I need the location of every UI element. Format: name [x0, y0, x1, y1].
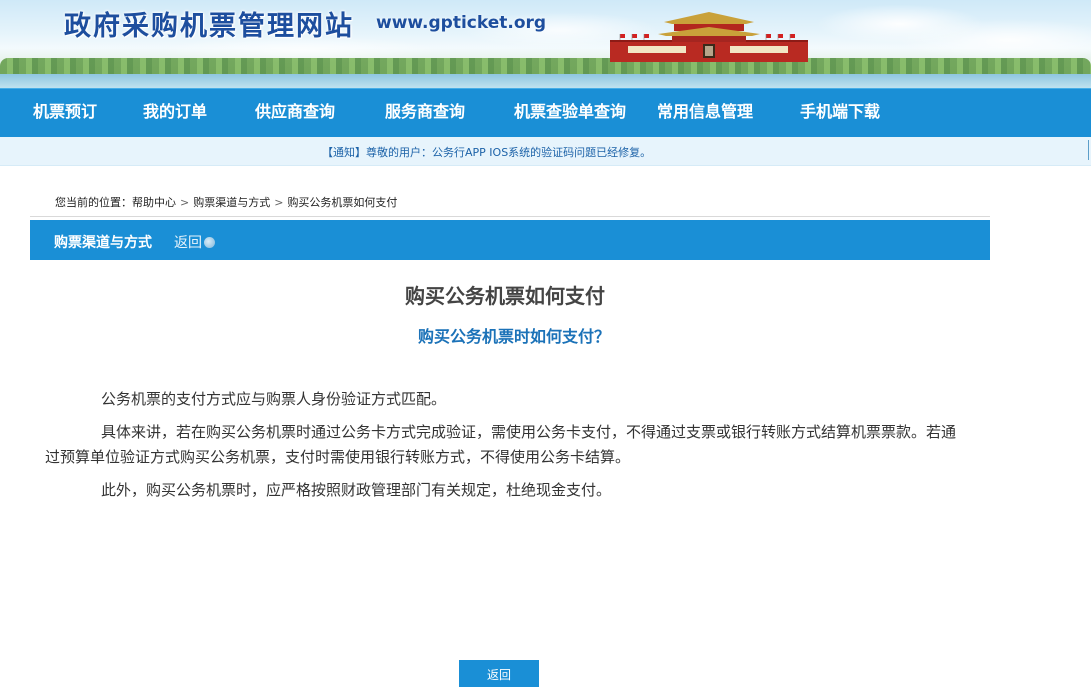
nav-supplier-query[interactable]: 供应商查询: [255, 89, 335, 137]
breadcrumb-divider: [30, 216, 990, 217]
section-back-link[interactable]: 返回: [174, 232, 215, 252]
site-url: www.gpticket.org: [376, 13, 547, 33]
article-paragraph: 具体来讲，若在购买公务机票时通过公务卡方式完成验证，需使用公务卡支付，不得通过支…: [45, 423, 957, 466]
article-paragraph: 公务机票的支付方式应与购票人身份验证方式匹配。: [101, 390, 447, 408]
section-header: 购票渠道与方式 返回: [30, 220, 990, 260]
site-title: 政府采购机票管理网站: [64, 11, 354, 42]
nav-ticket-booking[interactable]: 机票预订: [33, 89, 97, 137]
main-nav: 机票预订 我的订单 供应商查询 服务商查询 机票查验单查询 常用信息管理 手机端…: [0, 88, 1091, 137]
breadcrumb: 您当前的位置：帮助中心 > 购票渠道与方式 > 购买公务机票如何支付: [55, 194, 397, 210]
breadcrumb-current: 购买公务机票如何支付: [287, 196, 398, 209]
notice-bar: 【通知】尊敬的用户：公务行APP IOS系统的验证码问题已经修复。: [0, 137, 1091, 166]
breadcrumb-separator: >: [274, 196, 284, 209]
section-title: 购票渠道与方式: [54, 235, 152, 251]
breadcrumb-separator: >: [180, 196, 190, 209]
article-question: 购买公务机票时如何支付？: [417, 327, 610, 346]
section-back-label: 返回: [174, 235, 202, 251]
nav-mobile-download[interactable]: 手机端下载: [800, 89, 880, 137]
breadcrumb-channels[interactable]: 购票渠道与方式: [193, 196, 270, 209]
breadcrumb-prefix: 您当前的位置：: [55, 196, 132, 209]
nav-ticket-verification-query[interactable]: 机票查验单查询: [514, 89, 626, 137]
back-button[interactable]: 返回: [459, 660, 539, 687]
banner-lake: [0, 74, 1091, 88]
tiananmen-gate-icon: [610, 12, 808, 62]
article-title: 购买公务机票如何支付: [405, 284, 605, 308]
back-arrow-icon: [204, 237, 215, 248]
header-banner: 政府采购机票管理网站 www.gpticket.org: [0, 0, 1091, 88]
notice-divider: [1088, 140, 1089, 160]
nav-common-info-management[interactable]: 常用信息管理: [657, 89, 753, 137]
breadcrumb-help-center[interactable]: 帮助中心: [132, 196, 176, 209]
article-paragraph: 此外，购买公务机票时，应严格按照财政管理部门有关规定，杜绝现金支付。: [101, 481, 612, 499]
nav-my-orders[interactable]: 我的订单: [143, 89, 207, 137]
notice-text[interactable]: 【通知】尊敬的用户：公务行APP IOS系统的验证码问题已经修复。: [322, 144, 651, 160]
nav-service-provider-query[interactable]: 服务商查询: [385, 89, 465, 137]
